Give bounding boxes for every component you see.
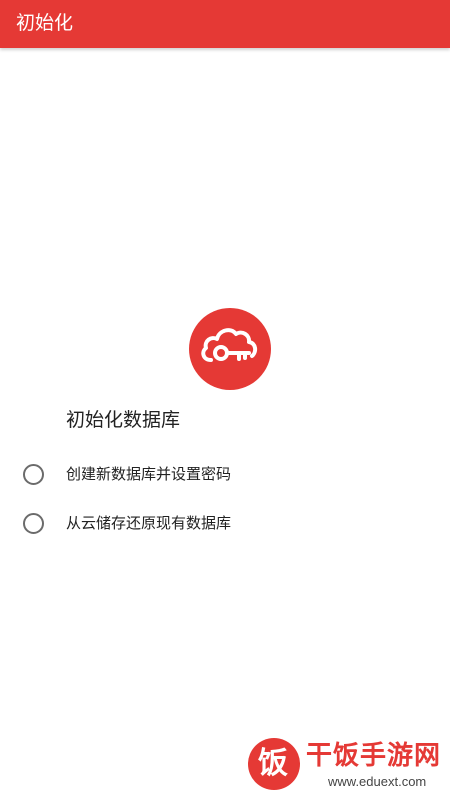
option-label: 从云储存还原现有数据库	[66, 514, 232, 532]
watermark: 饭 干饭手游网 www.eduext.com	[248, 738, 448, 798]
screen: 初始化 初始化数据库 创建新数据库并设置密码 从云储存还原现有数据库 饭 干饭手…	[0, 0, 450, 800]
page-title: 初始化	[16, 12, 74, 34]
app-bar: 初始化	[0, 0, 450, 48]
watermark-logo: 饭	[248, 738, 300, 790]
section-heading: 初始化数据库	[66, 409, 181, 431]
cloud-key-icon	[189, 308, 271, 390]
watermark-url: www.eduext.com	[328, 774, 427, 789]
option-label: 创建新数据库并设置密码	[66, 465, 232, 483]
option-restore-from-cloud[interactable]: 从云储存还原现有数据库	[20, 505, 420, 541]
radio-button[interactable]	[23, 513, 44, 534]
radio-button[interactable]	[23, 464, 44, 485]
watermark-glyph: 饭	[258, 746, 288, 781]
cloud-key-icon-graphic	[201, 328, 258, 362]
watermark-title: 干饭手游网	[306, 741, 442, 771]
option-create-database[interactable]: 创建新数据库并设置密码	[20, 456, 420, 492]
